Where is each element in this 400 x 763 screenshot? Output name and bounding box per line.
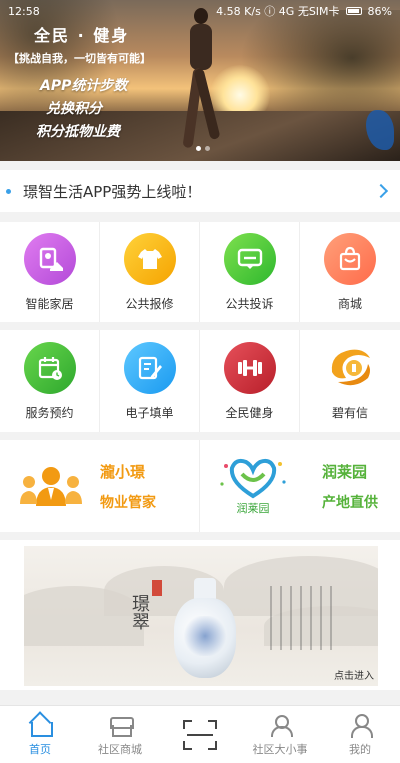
message-icon	[223, 232, 276, 285]
chevron-right-icon[interactable]	[373, 183, 389, 199]
nav-label: 首页	[29, 742, 51, 756]
grid-item-service-booking[interactable]: 服务预约	[0, 330, 100, 432]
banner-carousel[interactable]: 全民 · 健身 【挑战自我，一切皆有可能】 APP统计步数 兑换积分 积分抵物业…	[0, 0, 400, 161]
grid-item-public-repair[interactable]: 公共报修	[100, 222, 200, 322]
promo-enter-link[interactable]: 点击进入	[334, 667, 374, 682]
announcement-text: 璟智生活APP强势上线啦！	[23, 182, 202, 201]
nav-scan[interactable]	[160, 706, 240, 763]
promo-banner[interactable]: 璟翠 点击进入	[0, 540, 400, 690]
edit-form-icon	[123, 341, 176, 394]
nav-label: 社区商城	[98, 742, 142, 756]
carousel-dot-2[interactable]	[205, 146, 210, 151]
scan-icon	[183, 719, 217, 750]
partner-butler[interactable]: 瀧小璟 物业管家	[0, 440, 200, 532]
bullet-icon	[6, 188, 11, 194]
nav-label: 我的	[349, 742, 371, 756]
nav-home[interactable]: 首页	[0, 706, 80, 763]
banner-title: 全民 · 健身	[34, 26, 130, 45]
grid-item-label: 商城	[337, 296, 362, 311]
announcement-bar[interactable]: 璟智生活APP强势上线啦！	[0, 170, 400, 212]
promo-calligraphy: 璟翠	[132, 594, 150, 633]
grid-item-fitness[interactable]: 全民健身	[200, 330, 300, 432]
partner-name: 润莱园	[322, 462, 368, 481]
poem-text-block	[270, 586, 336, 650]
vase-pattern	[182, 616, 228, 656]
partner-section: 瀧小璟 物业管家 润莱园 润莱园 产地直供	[0, 440, 400, 532]
grid-item-label: 服务预约	[25, 405, 74, 420]
nav-community-mall[interactable]: 社区商城	[80, 706, 160, 763]
nav-label: 社区大小事	[252, 742, 308, 756]
bottom-navigation: 首页 社区商城 社区大小事 我的	[0, 705, 400, 763]
repair-shirt-icon	[123, 232, 176, 285]
grid-item-e-form[interactable]: 电子填单	[100, 330, 200, 432]
status-battery: 86%	[367, 4, 392, 18]
banner-line-3: 积分抵物业费	[36, 124, 120, 140]
user-icon	[348, 713, 373, 738]
carousel-dot-1[interactable]	[196, 146, 201, 151]
grid-item-label: 公共投诉	[225, 296, 274, 311]
grid-item-mall[interactable]: 商城	[300, 222, 400, 322]
seal-stamp	[152, 580, 162, 596]
butler-icon	[20, 467, 82, 506]
smart-home-icon	[23, 232, 76, 285]
grid-item-public-complaint[interactable]: 公共投诉	[200, 222, 300, 322]
promo-image: 璟翠 点击进入	[24, 546, 378, 686]
banner-runner-image	[176, 8, 224, 158]
status-time: 12:58	[8, 4, 40, 18]
shopping-bag-icon	[324, 232, 376, 285]
nav-mine[interactable]: 我的	[320, 706, 400, 763]
grid-item-label: 公共报修	[125, 296, 174, 311]
grid-item-label: 全民健身	[225, 405, 274, 420]
partner-subtitle: 物业管家	[100, 494, 156, 511]
battery-icon	[345, 7, 362, 15]
partner-name: 瀧小璟	[100, 462, 146, 481]
status-network: 4.58 K/s ⓘ 4G 无SIM卡	[216, 5, 340, 18]
people-icon	[268, 713, 293, 737]
banner-tagline: 【挑战自我，一切皆有可能】	[8, 52, 151, 65]
service-grid-2: 服务预约 电子填单 全民健身 碧有信	[0, 330, 400, 432]
banner-line-2: 兑换积分	[46, 101, 102, 117]
grid-item-label: 碧有信	[331, 405, 368, 420]
status-indicators: 4.58 K/s ⓘ 4G 无SIM卡 86%	[216, 3, 392, 19]
grid-item-label: 智能家居	[25, 296, 74, 311]
banner-line-1: APP统计步数	[40, 78, 128, 94]
partner-runlaiyuan[interactable]: 润莱园 润莱园 产地直供	[200, 440, 400, 532]
service-grid-1: 智能家居 公共报修 公共投诉 商城	[0, 222, 400, 322]
grid-item-smart-home[interactable]: 智能家居	[0, 222, 100, 322]
carousel-indicator	[196, 146, 210, 151]
calendar-icon	[23, 341, 76, 394]
status-bar: 12:58 4.58 K/s ⓘ 4G 无SIM卡 86%	[0, 0, 400, 22]
grid-item-label: 电子填单	[125, 405, 174, 420]
partner-subtitle: 产地直供	[322, 494, 378, 511]
partner-logo-text: 润莱园	[236, 502, 270, 515]
home-icon	[28, 713, 53, 737]
dumbbell-icon	[223, 341, 276, 394]
shop-icon	[108, 713, 134, 737]
coin-icon	[324, 342, 376, 394]
nav-community-news[interactable]: 社区大小事	[240, 706, 320, 763]
grid-item-biyouxin[interactable]: 碧有信	[300, 330, 400, 432]
heart-logo-icon: 润莱园	[216, 456, 290, 516]
